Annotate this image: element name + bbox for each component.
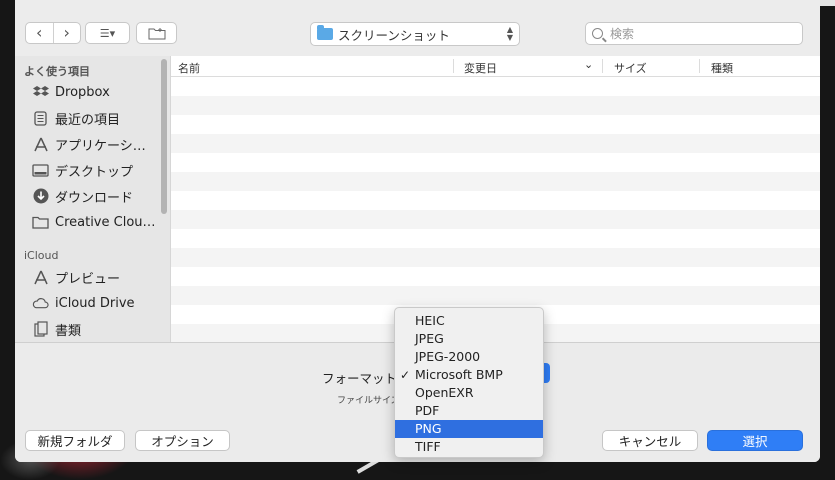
cancel-button[interactable]: キャンセル — [602, 430, 698, 451]
sidebar-item-label: ダウンロード — [55, 190, 134, 206]
sidebar-item-label: 最近の項目 — [55, 112, 121, 128]
format-option-heic[interactable]: HEIC — [395, 312, 543, 330]
downloads-icon — [32, 188, 49, 204]
dropbox-icon — [32, 84, 49, 100]
sidebar-item-label: デスクトップ — [55, 164, 134, 180]
chevron-down-icon: ⌄ — [584, 58, 594, 71]
format-option-jpeg-2000[interactable]: JPEG-2000 — [395, 348, 543, 366]
recents-icon — [32, 110, 49, 126]
menu-item-label: PDF — [415, 403, 440, 418]
sidebar-item-icloud-drive[interactable]: iCloud Drive — [32, 292, 135, 314]
menu-item-label: JPEG-2000 — [415, 349, 481, 364]
sidebar-item-label: iCloud Drive — [55, 295, 135, 311]
format-dropdown-menu: HEIC JPEG JPEG-2000 ✓ Microsoft BMP OpenE… — [394, 307, 544, 458]
sidebar-item-downloads[interactable]: ダウンロード — [32, 185, 133, 207]
folder-plus-icon — [148, 27, 165, 39]
column-divider — [602, 59, 603, 73]
chevron-updown-icon: ▲ ▼ — [506, 25, 513, 42]
sidebar-item-recents[interactable]: 最近の項目 — [32, 107, 120, 129]
search-field[interactable]: 検索 — [585, 22, 803, 45]
file-size-label: ファイルサイズ — [337, 396, 400, 406]
nav-buttons: ‹ › — [25, 22, 81, 44]
sidebar-item-documents[interactable]: 書類 — [32, 318, 81, 340]
search-icon — [592, 28, 603, 39]
sidebar-header-icloud: iCloud — [24, 249, 59, 262]
menu-item-label: TIFF — [415, 439, 441, 454]
sidebar-item-desktop[interactable]: デスクトップ — [32, 159, 133, 181]
toolbar: ‹ › ☰▾ スクリーンショット ▲ ▼ 検索 — [15, 0, 820, 52]
format-option-microsoft-bmp[interactable]: ✓ Microsoft BMP — [395, 366, 543, 384]
applications-icon — [32, 136, 49, 152]
format-option-jpeg[interactable]: JPEG — [395, 330, 543, 348]
file-list-header: 名前 変更日 ⌄ サイズ 種類 — [171, 56, 820, 77]
format-option-openexr[interactable]: OpenEXR — [395, 384, 543, 402]
new-folder-button[interactable]: 新規フォルダ — [25, 430, 125, 451]
menu-item-label: Microsoft BMP — [415, 367, 503, 382]
forward-button[interactable]: › — [54, 23, 81, 43]
sidebar: よく使う項目 Dropbox 最近の項目 アプリケーシ… デスクトップ ダウンロ… — [15, 56, 170, 342]
back-button[interactable]: ‹ — [26, 23, 53, 43]
file-list: 名前 変更日 ⌄ サイズ 種類 — [170, 56, 820, 342]
column-header-size[interactable]: サイズ — [614, 60, 647, 76]
column-divider — [453, 59, 454, 73]
view-mode-button[interactable]: ☰▾ — [85, 22, 130, 44]
menu-item-label: PNG — [415, 421, 442, 436]
menu-item-label: OpenEXR — [415, 385, 474, 400]
sidebar-item-preview[interactable]: プレビュー — [32, 266, 120, 288]
format-option-tiff[interactable]: TIFF — [395, 438, 543, 456]
format-option-pdf[interactable]: PDF — [395, 402, 543, 420]
sidebar-scrollbar[interactable] — [161, 59, 167, 214]
menu-item-label: JPEG — [415, 331, 444, 346]
sidebar-item-label: アプリケーシ… — [55, 138, 146, 154]
sidebar-header-favorites: よく使う項目 — [24, 65, 90, 78]
sidebar-item-label: Creative Clou… — [55, 214, 156, 230]
file-list-rows[interactable] — [171, 77, 820, 342]
column-header-name[interactable]: 名前 — [178, 60, 200, 76]
cloud-icon — [32, 295, 49, 311]
search-placeholder: 検索 — [610, 27, 635, 41]
column-divider — [699, 59, 700, 73]
column-header-kind[interactable]: 種類 — [711, 60, 733, 76]
desktop-icon — [32, 162, 49, 178]
documents-icon — [32, 321, 49, 337]
sidebar-item-label: Dropbox — [55, 84, 110, 100]
new-folder-toolbar-button[interactable] — [136, 22, 177, 44]
sidebar-item-label: プレビュー — [55, 271, 121, 287]
sidebar-item-creative-cloud[interactable]: Creative Clou… — [32, 211, 156, 233]
format-option-png[interactable]: PNG — [395, 420, 543, 438]
location-popup[interactable]: スクリーンショット ▲ ▼ — [310, 22, 520, 46]
choose-button[interactable]: 選択 — [707, 430, 803, 451]
folder-icon — [317, 25, 333, 40]
sidebar-item-label: 書類 — [55, 323, 82, 339]
location-label: スクリーンショット — [338, 27, 450, 43]
folder-icon — [32, 214, 49, 230]
preview-icon — [32, 269, 49, 285]
sidebar-item-applications[interactable]: アプリケーシ… — [32, 133, 146, 155]
format-label: フォーマット — [322, 371, 398, 386]
menu-item-label: HEIC — [415, 313, 445, 328]
sidebar-item-dropbox[interactable]: Dropbox — [32, 81, 110, 103]
column-header-modified[interactable]: 変更日 — [464, 60, 497, 76]
checkmark-icon: ✓ — [400, 368, 411, 382]
options-button[interactable]: オプション — [135, 430, 230, 451]
